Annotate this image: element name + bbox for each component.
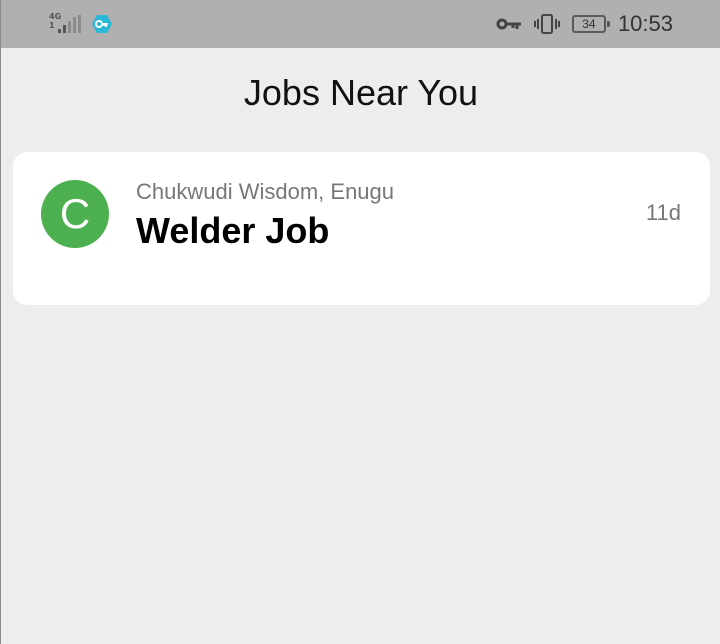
status-right: 34 10:53 xyxy=(496,10,673,38)
network-sub: 1 xyxy=(49,21,55,30)
battery-level: 34 xyxy=(582,17,596,31)
job-card[interactable]: C Chukwudi Wisdom, Enugu Welder Job 11d xyxy=(13,152,710,305)
app-screen: 4G 1 34 10:53 Jobs Near You C Chukwudi W… xyxy=(0,0,720,644)
vpn-icon xyxy=(92,15,112,33)
avatar-letter: C xyxy=(59,190,91,237)
job-poster-location: Chukwudi Wisdom, Enugu xyxy=(136,179,395,204)
signal-bars xyxy=(58,15,84,33)
vibrate-icon xyxy=(533,14,560,34)
battery-icon: 34 xyxy=(571,15,610,33)
status-bar: 4G 1 34 10:53 xyxy=(1,0,720,48)
key-icon xyxy=(496,18,521,30)
signal-icon: 4G 1 xyxy=(49,12,89,36)
clock: 10:53 xyxy=(617,11,673,36)
job-title: Welder Job xyxy=(136,210,330,251)
avatar: C xyxy=(41,180,109,248)
page-title: Jobs Near You xyxy=(243,72,479,113)
job-age: 11d xyxy=(645,200,681,225)
